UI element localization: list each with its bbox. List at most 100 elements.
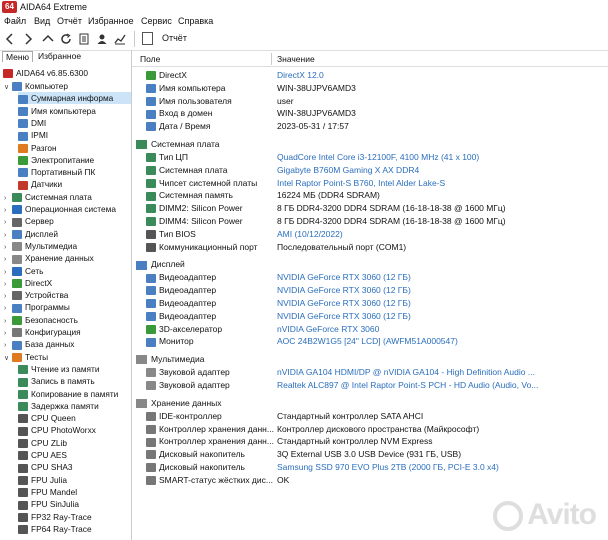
table-row[interactable]: DirectX DirectX 12.0 xyxy=(132,69,608,82)
column-header-field[interactable]: Поле xyxy=(140,52,160,66)
table-row[interactable]: Имя компьютера WIN-38UJPV6AMD3 xyxy=(132,82,608,95)
tree-item[interactable]: CPU PhotoWorxx xyxy=(18,424,96,436)
value-link[interactable]: QuadCore Intel Core i3-12100F, 4100 MHz … xyxy=(277,151,479,164)
tab-favorites[interactable]: Избранное xyxy=(38,51,81,61)
tree-item[interactable]: ∨ Тесты xyxy=(4,351,48,363)
report-button[interactable]: Отчёт xyxy=(162,33,187,43)
tree-item[interactable]: CPU Queen xyxy=(18,412,76,424)
value-link[interactable]: Realtek ALC897 @ Intel Raptor Point-S PC… xyxy=(277,379,538,392)
tree-item[interactable]: Портативный ПК xyxy=(18,166,95,178)
refresh-icon[interactable] xyxy=(58,31,74,47)
column-header-value[interactable]: Значение xyxy=(277,52,315,66)
back-icon[interactable] xyxy=(2,31,18,47)
value-link[interactable]: Gigabyte B760M Gaming X AX DDR4 xyxy=(277,164,419,177)
tree-item[interactable]: › Операционная система xyxy=(4,203,116,215)
value-link[interactable]: Samsung SSD 970 EVO Plus 2TB (2000 ГБ, P… xyxy=(277,461,499,474)
table-row[interactable]: Коммуникационный порт Последовательный по… xyxy=(132,241,608,254)
tree-item[interactable]: › База данных xyxy=(4,338,74,350)
tree-item[interactable]: FP64 Ray-Trace xyxy=(18,523,92,535)
tree-item[interactable]: CPU AES xyxy=(18,449,67,461)
value-link[interactable]: AOC 24B2W1G5 [24" LCD] (AWFM51A000547) xyxy=(277,335,458,348)
table-row[interactable]: Чипсет системной платы Intel Raptor Point… xyxy=(132,177,608,190)
tree-item[interactable]: Разгон xyxy=(18,142,57,154)
table-row[interactable]: Видеоадаптер NVIDIA GeForce RTX 3060 (12 … xyxy=(132,297,608,310)
tree-item[interactable]: › Конфигурация xyxy=(4,326,81,338)
expand-toggle-icon[interactable]: ∨ xyxy=(4,353,12,365)
table-row[interactable]: Контроллер хранения данн... Стандартный к… xyxy=(132,435,608,448)
tree-item[interactable]: Задержка памяти xyxy=(18,400,99,412)
forward-icon[interactable] xyxy=(20,31,36,47)
menu-view[interactable]: Вид xyxy=(34,15,50,27)
tree-item[interactable]: FPU SinJulia xyxy=(18,498,79,510)
value-link[interactable]: NVIDIA GeForce RTX 3060 (12 ГБ) xyxy=(277,297,411,310)
table-row[interactable]: Тип BIOS AMI (10/12/2022) xyxy=(132,228,608,241)
tree-item[interactable]: › Хранение данных xyxy=(4,252,94,264)
tree-item[interactable]: Копирование в памяти xyxy=(18,388,118,400)
menu-service[interactable]: Сервис xyxy=(141,15,172,27)
user-icon[interactable] xyxy=(94,31,110,47)
value-link[interactable]: DirectX 12.0 xyxy=(277,69,324,82)
tree-item[interactable]: Электропитание xyxy=(18,154,94,166)
tree-item[interactable]: › Системная плата xyxy=(4,191,92,203)
table-row[interactable]: Монитор AOC 24B2W1G5 [24" LCD] (AWFM51A00… xyxy=(132,335,608,348)
menu-favorites[interactable]: Избранное xyxy=(88,15,134,27)
up-icon[interactable] xyxy=(40,31,56,47)
column-divider[interactable] xyxy=(271,53,272,65)
menu-file[interactable]: Файл xyxy=(4,15,26,27)
value-link[interactable]: NVIDIA GeForce RTX 3060 (12 ГБ) xyxy=(277,284,411,297)
tab-menu[interactable]: Меню xyxy=(2,51,33,62)
table-row[interactable]: Видеоадаптер NVIDIA GeForce RTX 3060 (12 … xyxy=(132,271,608,284)
tree-item[interactable]: CPU ZLib xyxy=(18,437,67,449)
tree-root[interactable]: AIDA64 v6.85.6300 xyxy=(3,67,88,79)
tree-item[interactable]: Запись в память xyxy=(18,375,95,387)
table-row[interactable]: Видеоадаптер NVIDIA GeForce RTX 3060 (12 … xyxy=(132,284,608,297)
table-row[interactable]: DIMM2: Silicon Power 8 ГБ DDR4-3200 DDR4 … xyxy=(132,202,608,215)
tree-item[interactable]: IPMI xyxy=(18,129,48,141)
tree-item[interactable]: › Устройства xyxy=(4,289,68,301)
tree-item[interactable]: ∨ Компьютер xyxy=(4,80,68,92)
tree-item[interactable]: FP32 Ray-Trace xyxy=(18,511,92,523)
table-row[interactable]: 3D-акселератор nVIDIA GeForce RTX 3060 xyxy=(132,323,608,336)
value-link[interactable]: nVIDIA GA104 HDMI/DP @ nVIDIA GA104 - Hi… xyxy=(277,366,535,379)
value-link[interactable]: AMI (10/12/2022) xyxy=(277,228,343,241)
expand-toggle-icon[interactable]: ∨ xyxy=(4,82,12,94)
value-link[interactable]: NVIDIA GeForce RTX 3060 (12 ГБ) xyxy=(277,310,411,323)
menu-help[interactable]: Справка xyxy=(178,15,213,27)
table-row[interactable]: Тип ЦП QuadCore Intel Core i3-12100F, 410… xyxy=(132,151,608,164)
tree-item[interactable]: › Сеть xyxy=(4,265,43,277)
tree-item[interactable]: DMI xyxy=(18,117,46,129)
table-row[interactable]: DIMM4: Silicon Power 8 ГБ DDR4-3200 DDR4 … xyxy=(132,215,608,228)
table-row[interactable]: Звуковой адаптер Realtek ALC897 @ Intel R… xyxy=(132,379,608,392)
table-row[interactable]: Системная память 16224 МБ (DDR4 SDRAM) xyxy=(132,189,608,202)
table-row[interactable]: Контроллер хранения данн... Контроллер ди… xyxy=(132,423,608,436)
table-row[interactable]: Дисковый накопитель 3Q External USB 3.0 U… xyxy=(132,448,608,461)
value-link[interactable]: NVIDIA GeForce RTX 3060 (12 ГБ) xyxy=(277,271,411,284)
value-link[interactable]: Intel Raptor Point-S B760, Intel Alder L… xyxy=(277,177,445,190)
table-row[interactable]: Дисковый накопитель Samsung SSD 970 EVO P… xyxy=(132,461,608,474)
tree-item[interactable]: › Безопасность xyxy=(4,314,78,326)
report-doc-icon[interactable] xyxy=(142,32,153,45)
table-row[interactable]: IDE-контроллер Стандартный контроллер SAT… xyxy=(132,410,608,423)
tree-item[interactable]: CPU SHA3 xyxy=(18,461,73,473)
tree-item[interactable]: › DirectX xyxy=(4,277,52,289)
tree-item[interactable]: › Программы xyxy=(4,301,70,313)
value-link[interactable]: nVIDIA GeForce RTX 3060 xyxy=(277,323,379,336)
tree-item[interactable]: Датчики xyxy=(18,178,62,190)
tree-item[interactable]: › Сервер xyxy=(4,215,54,227)
tree-item[interactable]: Имя компьютера xyxy=(18,105,96,117)
tree-item[interactable]: › Дисплей xyxy=(4,228,58,240)
tree-item[interactable]: FPU Julia xyxy=(18,474,67,486)
tree-item[interactable]: Суммарная информа xyxy=(18,92,131,105)
table-row[interactable]: Звуковой адаптер nVIDIA GA104 HDMI/DP @ n… xyxy=(132,366,608,379)
benchmark-chart-icon[interactable] xyxy=(112,31,128,47)
table-row[interactable]: Видеоадаптер NVIDIA GeForce RTX 3060 (12 … xyxy=(132,310,608,323)
table-row[interactable]: Имя пользователя user xyxy=(132,95,608,108)
table-row[interactable]: Вход в домен WIN-38UJPV6AMD3 xyxy=(132,107,608,120)
report-icon[interactable] xyxy=(76,31,92,47)
table-row[interactable]: Системная плата Gigabyte B760M Gaming X A… xyxy=(132,164,608,177)
menu-report[interactable]: Отчёт xyxy=(57,15,82,27)
table-row[interactable]: Дата / Время 2023-05-31 / 17:57 xyxy=(132,120,608,133)
tree-item[interactable]: Чтение из памяти xyxy=(18,363,99,375)
table-row[interactable]: SMART-статус жёстких дис... OK xyxy=(132,474,608,487)
tree-item[interactable]: › Мультимедиа xyxy=(4,240,77,252)
